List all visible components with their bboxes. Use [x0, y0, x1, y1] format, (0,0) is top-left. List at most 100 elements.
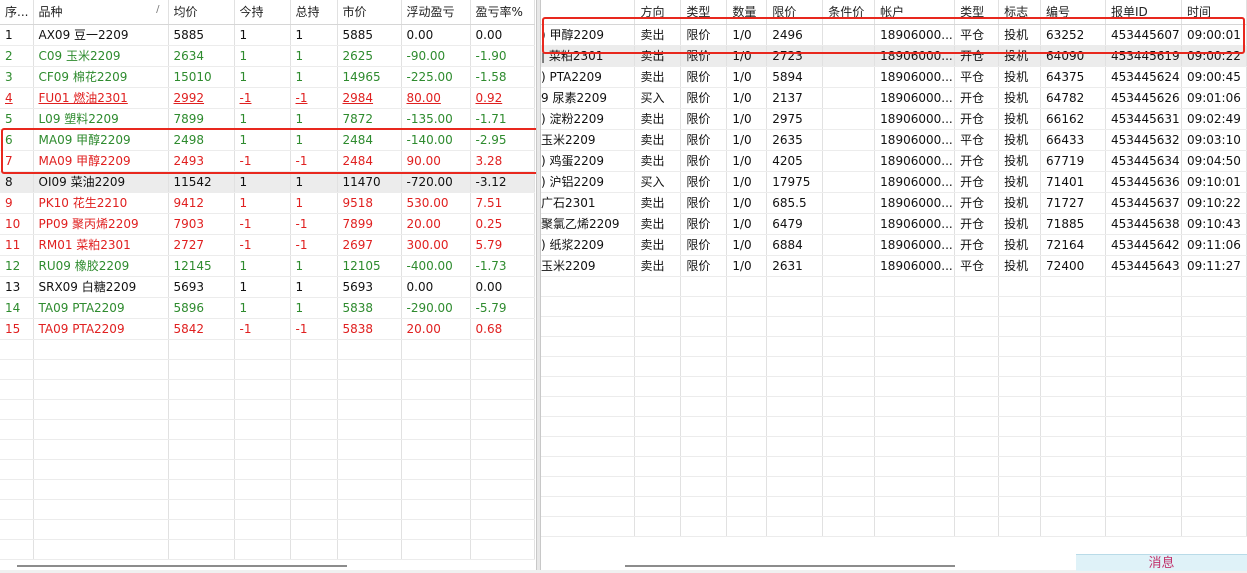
col-header-symbol[interactable]: 品种 /: [33, 0, 169, 25]
order-cell-order-type: 限价: [680, 24, 728, 46]
position-cell-market-price: 11470: [337, 171, 402, 193]
empty-cell: [168, 539, 235, 560]
empty-cell: [998, 296, 1042, 317]
empty-cell: [634, 376, 682, 397]
position-cell-avg-price: 2498: [168, 129, 235, 151]
col-header-number[interactable]: 编号: [1040, 0, 1106, 25]
order-row[interactable]: 聚氯乙烯2209 卖出 限价 1/0 6479 18906000... 开仓 投机 71885 4…: [541, 213, 1247, 235]
col-header-direction[interactable]: 方向: [634, 0, 682, 25]
position-cell-pnl-rate: 0.00: [470, 24, 535, 46]
empty-cell: [0, 339, 34, 360]
position-cell-seq: 3: [0, 66, 34, 88]
empty-cell: [680, 336, 728, 357]
empty-cell: [766, 476, 824, 497]
order-cell-order-id: 453445634: [1105, 150, 1182, 172]
empty-cell: [1040, 376, 1106, 397]
order-cell-time: 09:10:43: [1181, 213, 1247, 235]
position-cell-today-hold: 1: [234, 24, 291, 46]
position-row[interactable]: 12 RU09 橡胶2209 12145 1 1 12105 -400.00 -1.73: [0, 255, 535, 277]
empty-cell: [168, 519, 235, 540]
col-header-avg-price[interactable]: 均价: [168, 0, 235, 25]
empty-cell: [954, 516, 1000, 537]
position-row[interactable]: 1 AX09 豆一2209 5885 1 1 5885 0.00 0.00: [0, 24, 535, 46]
position-cell-today-hold: 1: [234, 297, 291, 319]
order-cell-order-type: 限价: [680, 129, 728, 151]
empty-row: [0, 359, 535, 380]
empty-cell: [634, 396, 682, 417]
order-row[interactable]: ) 甲醇2209 卖出 限价 1/0 2496 18906000... 平仓 投机 63252 4…: [541, 24, 1247, 46]
position-cell-seq: 14: [0, 297, 34, 319]
col-header-account[interactable]: 帐户: [874, 0, 956, 25]
position-row[interactable]: 14 TA09 PTA2209 5896 1 1 5838 -290.00 -5.79: [0, 297, 535, 319]
col-header-open-close[interactable]: 类型: [954, 0, 1000, 25]
empty-cell: [290, 359, 338, 380]
empty-cell: [1105, 436, 1182, 457]
position-row[interactable]: 13 SRX09 白糖2209 5693 1 1 5693 0.00 0.00: [0, 276, 535, 298]
position-row[interactable]: 5 L09 塑料2209 7899 1 1 7872 -135.00 -1.71: [0, 108, 535, 130]
position-row[interactable]: 3 CF09 棉花2209 15010 1 1 14965 -225.00 -1.58: [0, 66, 535, 88]
col-header-pnl-rate[interactable]: 盈亏率%: [470, 0, 535, 25]
empty-cell: [0, 419, 34, 440]
order-row[interactable]: ) 淀粉2209 卖出 限价 1/0 2975 18906000... 开仓 投机 66162 4…: [541, 108, 1247, 130]
empty-cell: [822, 476, 876, 497]
position-row[interactable]: 9 PK10 花生2210 9412 1 1 9518 530.00 7.51: [0, 192, 535, 214]
position-row[interactable]: 10 PP09 聚丙烯2209 7903 -1 -1 7899 20.00 0.25: [0, 213, 535, 235]
empty-cell: [1181, 356, 1247, 377]
empty-cell: [541, 396, 636, 417]
position-cell-today-hold: 1: [234, 192, 291, 214]
empty-row: [541, 416, 1247, 437]
position-cell-today-hold: 1: [234, 276, 291, 298]
order-cell-open-close: 开仓: [954, 87, 1000, 109]
position-row[interactable]: 15 TA09 PTA2209 5842 -1 -1 5838 20.00 0.68: [0, 318, 535, 340]
left-horizontal-scrollbar[interactable]: [17, 565, 347, 567]
col-header-float-pnl[interactable]: 浮动盈亏: [401, 0, 471, 25]
order-row[interactable]: ) 沪铝2209 买入 限价 1/0 17975 18906000... 开仓 投机 71401…: [541, 171, 1247, 193]
order-cell-quantity: 1/0: [726, 255, 768, 277]
empty-cell: [634, 516, 682, 537]
col-header-contract[interactable]: [541, 0, 636, 25]
position-cell-symbol: SRX09 白糖2209: [33, 276, 169, 298]
empty-cell: [1105, 516, 1182, 537]
position-row[interactable]: 11 RM01 菜粕2301 2727 -1 -1 2697 300.00 5.79: [0, 234, 535, 256]
col-header-time[interactable]: 时间: [1181, 0, 1247, 25]
col-header-order-id[interactable]: 报单ID: [1105, 0, 1182, 25]
order-row[interactable]: 广石2301 卖出 限价 1/0 685.5 18906000... 开仓 投机 71727 45…: [541, 192, 1247, 214]
message-tab[interactable]: 消息: [1076, 554, 1247, 571]
empty-cell: [726, 416, 768, 437]
order-row[interactable]: | 菜粕2301 卖出 限价 1/0 2723 18906000... 开仓 投机 64090 4…: [541, 45, 1247, 67]
order-row[interactable]: ) 纸浆2209 卖出 限价 1/0 6884 18906000... 开仓 投机 72164 4…: [541, 234, 1247, 256]
position-row[interactable]: 2 C09 玉米2209 2634 1 1 2625 -90.00 -1.90: [0, 45, 535, 67]
position-cell-total-hold: 1: [290, 108, 338, 130]
col-header-order-type[interactable]: 类型: [680, 0, 728, 25]
order-row[interactable]: 玉米2209 卖出 限价 1/0 2635 18906000... 平仓 投机 66433 453…: [541, 129, 1247, 151]
col-header-market-price[interactable]: 市价: [337, 0, 402, 25]
order-row[interactable]: 9 尿素2209 买入 限价 1/0 2137 18906000... 开仓 投机 64782 4…: [541, 87, 1247, 109]
position-row[interactable]: 4 FU01 燃油2301 2992 -1 -1 2984 80.00 0.92: [0, 87, 535, 109]
order-cell-limit-price: 2635: [766, 129, 824, 151]
empty-cell: [541, 416, 636, 437]
order-cell-account: 18906000...: [874, 171, 956, 193]
empty-cell: [0, 439, 34, 460]
order-row[interactable]: ) 鸡蛋2209 卖出 限价 1/0 4205 18906000... 开仓 投机 67719 4…: [541, 150, 1247, 172]
position-row[interactable]: 8 OI09 菜油2209 11542 1 1 11470 -720.00 -3.12: [0, 171, 535, 193]
order-cell-contract: ) 甲醇2209: [541, 24, 636, 46]
position-cell-market-price: 7899: [337, 213, 402, 235]
col-header-flag[interactable]: 标志: [998, 0, 1042, 25]
col-header-total-hold[interactable]: 总持: [290, 0, 338, 25]
position-row[interactable]: 7 MA09 甲醇2209 2493 -1 -1 2484 90.00 3.28: [0, 150, 535, 172]
col-header-limit-price[interactable]: 限价: [766, 0, 824, 25]
order-row[interactable]: 玉米2209 卖出 限价 1/0 2631 18906000... 平仓 投机 72400 453…: [541, 255, 1247, 277]
order-row[interactable]: ) PTA2209 卖出 限价 1/0 5894 18906000... 平仓 投机 64375…: [541, 66, 1247, 88]
col-header-today-hold[interactable]: 今持: [234, 0, 291, 25]
order-cell-quantity: 1/0: [726, 66, 768, 88]
order-cell-order-type: 限价: [680, 171, 728, 193]
order-cell-number: 71885: [1040, 213, 1106, 235]
order-cell-account: 18906000...: [874, 255, 956, 277]
col-header-seq[interactable]: 序...: [0, 0, 34, 25]
col-header-quantity[interactable]: 数量: [726, 0, 768, 25]
right-horizontal-scrollbar[interactable]: [625, 565, 955, 567]
position-row[interactable]: 6 MA09 甲醇2209 2498 1 1 2484 -140.00 -2.95: [0, 129, 535, 151]
order-cell-order-type: 限价: [680, 87, 728, 109]
empty-cell: [33, 419, 169, 440]
col-header-condition-price[interactable]: 条件价: [822, 0, 876, 25]
